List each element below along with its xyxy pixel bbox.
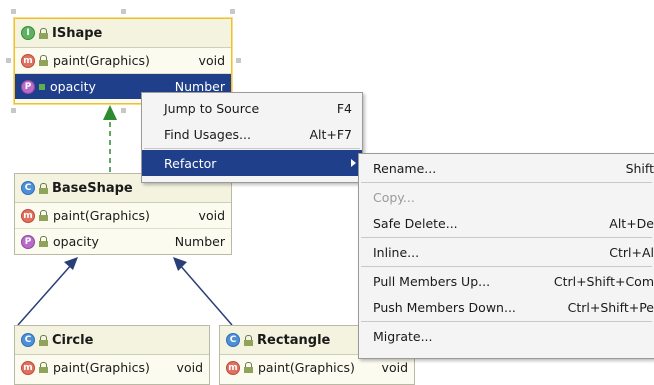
- member-type: void: [381, 360, 408, 375]
- member-name: opacity: [53, 234, 99, 249]
- menu-item-shortcut: Shift: [625, 160, 654, 176]
- node-title: Rectangle: [257, 332, 331, 348]
- method-icon: m: [21, 360, 35, 375]
- lock-icon: [39, 182, 48, 194]
- property-icon: P: [21, 234, 35, 249]
- class-icon: C: [226, 333, 240, 347]
- method-icon: m: [21, 208, 35, 223]
- realization-arrowhead: [103, 105, 117, 120]
- menu-item-rename[interactable]: Rename... Shift: [359, 155, 654, 181]
- lock-icon: [244, 334, 253, 346]
- lock-icon: [244, 362, 253, 373]
- method-icon: m: [226, 360, 240, 375]
- menu-item-jump-to-source[interactable]: Jump to Source F4: [142, 95, 362, 121]
- inheritance-edge-rectangle: [178, 263, 233, 326]
- menu-item-shortcut: F4: [336, 100, 352, 116]
- menu-item-inline[interactable]: Inline... Ctrl+Al: [359, 239, 654, 265]
- inheritance-edge-circle: [17, 263, 73, 326]
- member-type: Number: [174, 234, 225, 249]
- resize-handle[interactable]: [121, 9, 126, 14]
- menu-item-shortcut: Ctrl+Shift+Com: [553, 273, 654, 289]
- menu-separator: [361, 182, 652, 183]
- menu-item-safe-delete[interactable]: Safe Delete... Alt+De: [359, 210, 654, 236]
- member-type: void: [198, 208, 225, 223]
- resize-handle[interactable]: [11, 9, 16, 14]
- member-type: void: [176, 360, 203, 375]
- lock-icon: [39, 55, 48, 66]
- lock-icon: [39, 362, 48, 373]
- menu-separator: [144, 148, 360, 149]
- visibility-icon: [39, 83, 45, 90]
- menu-item-label: Safe Delete...: [373, 215, 458, 231]
- menu-item-refactor[interactable]: Refactor: [142, 150, 362, 176]
- menu-item-find-usages[interactable]: Find Usages... Alt+F7: [142, 121, 362, 147]
- member-type: void: [198, 53, 225, 68]
- menu-item-label: Copy...: [373, 189, 415, 205]
- resize-handle[interactable]: [236, 58, 241, 63]
- member-name: paint(Graphics): [53, 360, 150, 375]
- resize-handle[interactable]: [121, 108, 126, 113]
- menu-separator: [361, 266, 652, 267]
- menu-separator: [361, 321, 652, 322]
- menu-item-migrate[interactable]: Migrate...: [359, 323, 654, 349]
- resize-handle[interactable]: [11, 108, 16, 113]
- node-baseshape[interactable]: C BaseShape m paint(Graphics) void P opa…: [14, 173, 232, 255]
- node-ishape-header[interactable]: I IShape: [15, 19, 231, 48]
- method-icon: m: [21, 53, 35, 68]
- property-icon: P: [21, 79, 35, 94]
- node-title: BaseShape: [52, 180, 133, 196]
- class-icon: C: [21, 333, 35, 347]
- lock-icon: [39, 236, 48, 247]
- lock-icon: [39, 27, 48, 39]
- class-icon: C: [21, 181, 35, 195]
- menu-item-shortcut: Alt+De: [609, 215, 654, 231]
- resize-handle[interactable]: [6, 58, 11, 63]
- inheritance-arrowhead-rectangle: [173, 257, 187, 271]
- menu-item-pull-members-up[interactable]: Pull Members Up... Ctrl+Shift+Com: [359, 268, 654, 294]
- menu-item-label: Find Usages...: [164, 126, 251, 142]
- member-row[interactable]: P opacity Number: [15, 229, 231, 254]
- menu-item-push-members-down[interactable]: Push Members Down... Ctrl+Shift+Pe: [359, 294, 654, 320]
- interface-icon: I: [21, 26, 35, 40]
- menu-item-label: Inline...: [373, 244, 420, 260]
- inheritance-arrowhead-circle: [64, 257, 78, 270]
- submenu-arrow-icon: [351, 159, 356, 167]
- member-row[interactable]: m paint(Graphics) void: [15, 203, 231, 229]
- menu-item-label: Jump to Source: [164, 100, 260, 116]
- menu-item-shortcut: Ctrl+Shift+Pe: [567, 299, 654, 315]
- menu-separator: [361, 237, 652, 238]
- menu-item-shortcut: Alt+F7: [309, 126, 352, 142]
- node-circle-header[interactable]: C Circle: [15, 326, 209, 355]
- menu-item-label: Rename...: [373, 160, 437, 176]
- menu-item-label: Migrate...: [373, 328, 433, 344]
- refactor-submenu: Rename... Shift Copy... Safe Delete... A…: [358, 153, 654, 359]
- node-title: Circle: [52, 332, 94, 348]
- lock-icon: [39, 334, 48, 346]
- member-name: paint(Graphics): [53, 208, 150, 223]
- menu-item-label: Refactor: [164, 155, 217, 171]
- member-name: paint(Graphics): [53, 53, 150, 68]
- node-circle[interactable]: C Circle m paint(Graphics) void: [14, 325, 210, 385]
- menu-item-shortcut: Ctrl+Al: [609, 244, 654, 260]
- menu-item-copy[interactable]: Copy...: [359, 184, 654, 210]
- lock-icon: [39, 210, 48, 221]
- node-title: IShape: [52, 25, 103, 41]
- member-row[interactable]: m paint(Graphics) void: [15, 48, 231, 74]
- menu-item-label: Push Members Down...: [373, 299, 516, 315]
- context-menu: Jump to Source F4 Find Usages... Alt+F7 …: [141, 92, 363, 183]
- member-row[interactable]: m paint(Graphics) void: [15, 355, 209, 380]
- member-name: paint(Graphics): [258, 360, 355, 375]
- resize-handle[interactable]: [230, 9, 235, 14]
- menu-item-label: Pull Members Up...: [373, 273, 491, 289]
